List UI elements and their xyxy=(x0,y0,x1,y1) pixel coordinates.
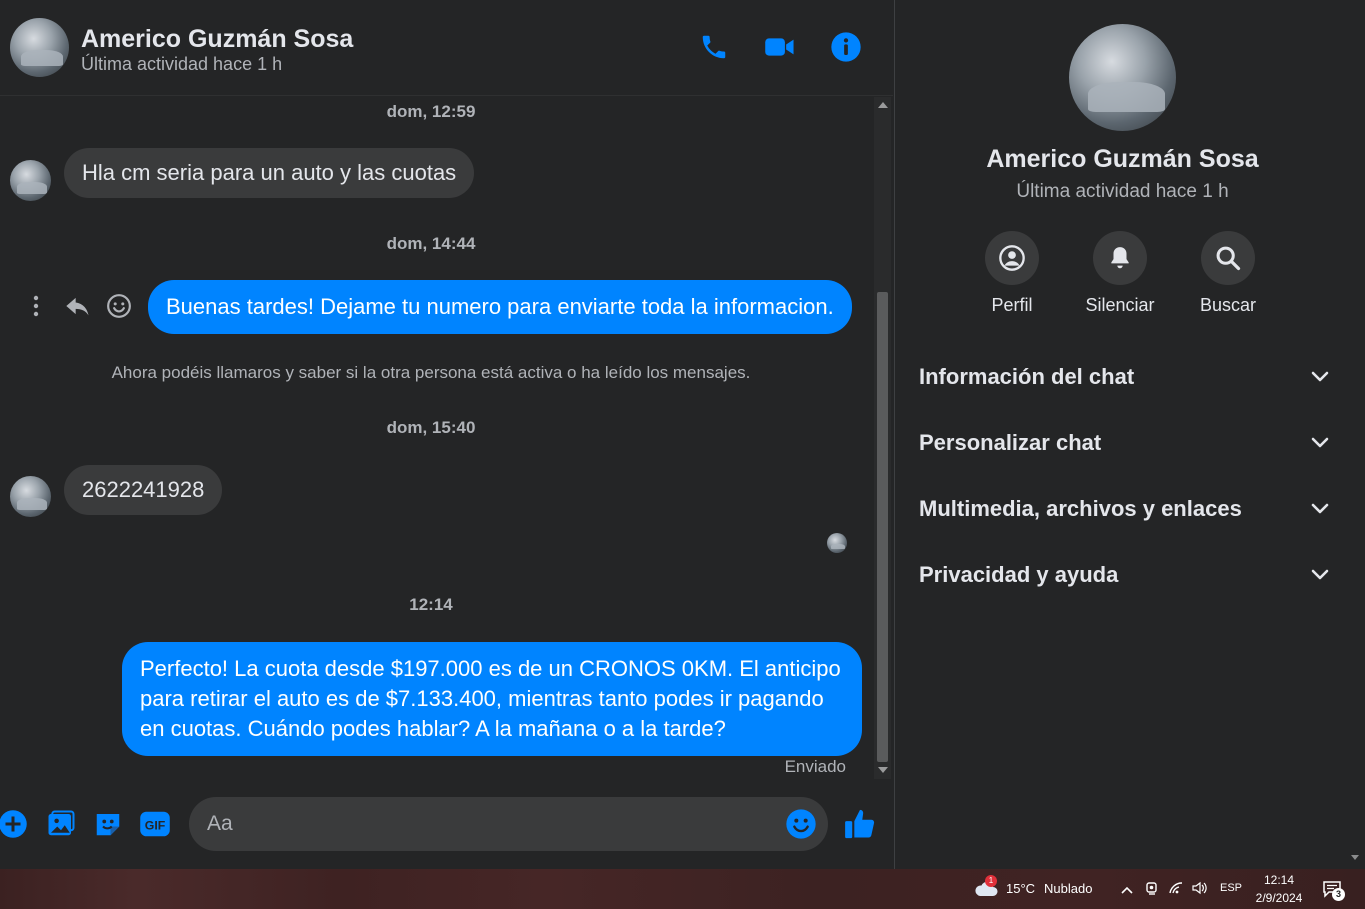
mute-button[interactable]: Silenciar xyxy=(1075,231,1165,316)
section-label: Multimedia, archivos y enlaces xyxy=(919,496,1242,521)
scroll-up-arrow[interactable] xyxy=(878,102,888,108)
plus-circle-icon xyxy=(0,810,27,838)
search-icon xyxy=(1216,246,1241,271)
react-button[interactable] xyxy=(106,293,134,319)
outgoing-message[interactable]: Buenas tardes! Dejame tu numero para env… xyxy=(148,280,852,334)
sticker-icon xyxy=(96,814,120,836)
search-button[interactable]: Buscar xyxy=(1183,231,1273,316)
outgoing-message[interactable]: Perfecto! La cuota desde $197.000 es de … xyxy=(122,642,862,756)
gif-icon: GIF xyxy=(140,811,170,837)
tray-app-button[interactable] xyxy=(1145,880,1159,901)
message-list[interactable]: dom, 12:59 Hla cm seria para un auto y l… xyxy=(0,97,872,781)
section-privacy-help[interactable]: Privacidad y ayuda xyxy=(919,555,1329,595)
panel-scroll-down-arrow[interactable] xyxy=(1351,855,1359,860)
section-media-files-links[interactable]: Multimedia, archivos y enlaces xyxy=(919,489,1329,529)
section-chat-info[interactable]: Información del chat xyxy=(919,357,1329,397)
section-label: Privacidad y ayuda xyxy=(919,562,1119,587)
composer: GIF xyxy=(0,790,893,860)
camera-tray-icon xyxy=(1146,882,1157,895)
emoji-icon xyxy=(786,809,816,839)
section-label: Personalizar chat xyxy=(919,430,1102,455)
input-language[interactable]: ESP xyxy=(1220,882,1242,894)
chevron-down-icon xyxy=(1311,503,1329,514)
delivery-status: Enviado xyxy=(784,757,846,776)
show-hidden-icons-button[interactable] xyxy=(1120,882,1134,900)
windows-taskbar: 1 15°C Nublado ESP 12:14 2/9/2024 3 xyxy=(0,869,1365,909)
video-call-button[interactable] xyxy=(764,31,796,63)
incoming-message[interactable]: 2622241928 xyxy=(64,465,223,515)
message-timestamp: 12:14 xyxy=(409,595,453,614)
info-icon xyxy=(831,32,861,62)
chevron-down-icon xyxy=(1311,371,1329,382)
gif-button[interactable]: GIF xyxy=(138,807,172,841)
profile-name: Americo Guzmán Sosa xyxy=(986,145,1259,173)
weather-alert-badge: 1 xyxy=(985,875,997,887)
weather-condition: Nublado xyxy=(1044,881,1093,896)
notification-badge: 3 xyxy=(1332,888,1345,901)
read-receipt-avatar xyxy=(827,533,847,553)
sender-avatar[interactable] xyxy=(10,476,51,517)
chevron-down-icon xyxy=(1311,437,1329,448)
profile-avatar[interactable] xyxy=(1069,24,1176,131)
contact-status: Última actividad hace 1 h xyxy=(81,54,283,74)
section-label: Información del chat xyxy=(919,364,1135,389)
thumbs-up-icon xyxy=(845,809,875,839)
attach-photo-button[interactable] xyxy=(44,807,78,841)
clock-date[interactable]: 2/9/2024 xyxy=(1253,891,1305,905)
section-customize-chat[interactable]: Personalizar chat xyxy=(919,423,1329,463)
scroll-thumb[interactable] xyxy=(877,292,888,762)
chevron-down-icon xyxy=(1311,569,1329,580)
profile-status: Última actividad hace 1 h xyxy=(1016,181,1229,202)
message-scrollbar[interactable] xyxy=(874,97,891,779)
contact-name[interactable]: Americo Guzmán Sosa xyxy=(81,25,353,54)
speaker-icon xyxy=(1192,881,1207,895)
reply-button[interactable] xyxy=(64,293,92,319)
weather-widget[interactable]: 1 xyxy=(973,875,999,904)
clock-time[interactable]: 12:14 xyxy=(1253,873,1305,887)
profile-label: Perfil xyxy=(991,295,1033,315)
profile-button[interactable]: Perfil xyxy=(967,231,1057,316)
chat-header: Americo Guzmán Sosa Última actividad hac… xyxy=(0,0,893,96)
bell-icon xyxy=(1111,247,1129,269)
wifi-icon xyxy=(1169,882,1183,894)
smiley-icon xyxy=(107,294,131,318)
notification-center-button[interactable]: 3 xyxy=(1322,879,1345,904)
phone-icon xyxy=(702,35,726,59)
more-actions-button[interactable] xyxy=(0,807,30,841)
like-button[interactable] xyxy=(843,807,877,841)
svg-text:GIF: GIF xyxy=(145,819,166,833)
reply-icon xyxy=(66,297,89,316)
phone-call-button[interactable] xyxy=(698,31,730,63)
video-icon xyxy=(765,38,794,56)
emoji-button[interactable] xyxy=(784,807,818,841)
profile-icon xyxy=(999,245,1025,271)
search-label: Buscar xyxy=(1199,295,1257,315)
contact-avatar[interactable] xyxy=(10,18,69,77)
scroll-down-arrow[interactable] xyxy=(878,767,888,773)
more-options-button[interactable] xyxy=(27,293,45,319)
sticker-button[interactable] xyxy=(91,807,125,841)
photo-icon xyxy=(48,810,75,836)
more-vertical-icon xyxy=(33,295,39,317)
message-input[interactable] xyxy=(189,797,828,851)
message-timestamp: dom, 15:40 xyxy=(386,418,476,437)
chat-info-button[interactable] xyxy=(830,31,862,63)
message-timestamp: dom, 12:59 xyxy=(386,102,476,121)
chat-info-panel: Americo Guzmán Sosa Última actividad hac… xyxy=(894,0,1365,869)
volume-button[interactable] xyxy=(1192,881,1208,900)
chat-area: Americo Guzmán Sosa Última actividad hac… xyxy=(0,0,893,869)
chat-notice: Ahora podéis llamaros y saber si la otra… xyxy=(111,363,751,382)
incoming-message[interactable]: Hla cm seria para un auto y las cuotas xyxy=(64,148,475,198)
weather-temperature: 15°C xyxy=(1006,881,1036,896)
message-timestamp: dom, 14:44 xyxy=(386,234,476,253)
network-button[interactable] xyxy=(1168,881,1184,900)
chevron-up-icon xyxy=(1121,886,1133,894)
mute-label: Silenciar xyxy=(1085,295,1155,315)
sender-avatar[interactable] xyxy=(10,160,51,201)
